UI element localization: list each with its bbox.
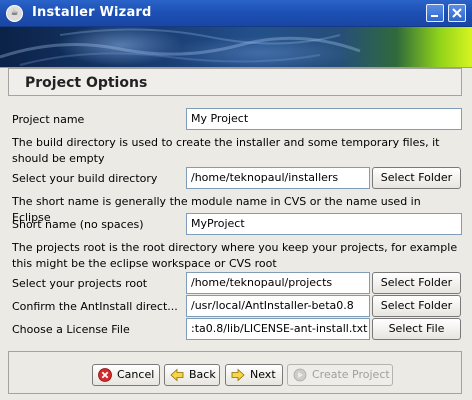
close-button[interactable] xyxy=(448,4,466,22)
build-dir-label: Select your build directory xyxy=(12,172,158,185)
panel-title-box: Project Options xyxy=(8,68,462,96)
antinstall-dir-label: Confirm the AntInstall direct... xyxy=(12,300,178,313)
project-name-input[interactable]: My Project xyxy=(186,108,462,130)
short-name-input[interactable]: MyProject xyxy=(186,213,462,235)
license-select-file-button[interactable]: Select File xyxy=(372,318,461,340)
projects-root-input[interactable]: /home/teknopaul/projects xyxy=(186,272,370,294)
antinstall-select-folder-button[interactable]: Select Folder xyxy=(372,295,461,317)
next-label: Next xyxy=(250,368,276,381)
projects-root-description: The projects root is the root directory … xyxy=(12,241,458,270)
cancel-label: Cancel xyxy=(117,368,155,381)
panel-title: Project Options xyxy=(25,75,148,91)
cancel-icon xyxy=(98,368,112,382)
back-arrow-icon xyxy=(170,368,184,382)
license-file-input[interactable]: :ta0.8/lib/LICENSE-ant-install.txt xyxy=(186,318,370,340)
projects-root-select-folder-button[interactable]: Select Folder xyxy=(372,272,461,294)
projects-root-label: Select your projects root xyxy=(12,277,148,290)
next-button[interactable]: Next xyxy=(225,364,283,386)
back-label: Back xyxy=(189,368,216,381)
short-name-label: Short name (no spaces) xyxy=(12,218,144,231)
back-button[interactable]: Back xyxy=(164,364,220,386)
project-name-label: Project name xyxy=(12,113,85,126)
title-bar: ☕ Installer Wizard xyxy=(0,0,472,27)
window-title: Installer Wizard xyxy=(32,5,152,20)
create-project-label: Create Project xyxy=(312,368,390,381)
next-arrow-icon xyxy=(231,368,245,382)
cancel-button[interactable]: Cancel xyxy=(92,364,160,386)
navigation-bar: Cancel Back Next Create Project xyxy=(8,351,462,394)
minimize-button[interactable] xyxy=(426,4,444,22)
create-project-button[interactable]: Create Project xyxy=(287,364,393,386)
header-banner-image xyxy=(0,27,472,67)
antinstall-dir-input[interactable]: /usr/local/AntInstaller-beta0.8 xyxy=(186,295,370,317)
build-dir-select-folder-button[interactable]: Select Folder xyxy=(372,167,461,189)
build-dir-description: The build directory is used to create th… xyxy=(12,136,440,165)
build-dir-input[interactable]: /home/teknopaul/installers xyxy=(186,167,370,189)
license-file-label: Choose a License File xyxy=(12,323,130,336)
create-project-icon xyxy=(293,368,307,382)
minimize-icon xyxy=(431,15,438,17)
close-icon xyxy=(452,8,462,18)
java-cup-icon[interactable]: ☕ xyxy=(6,5,23,22)
